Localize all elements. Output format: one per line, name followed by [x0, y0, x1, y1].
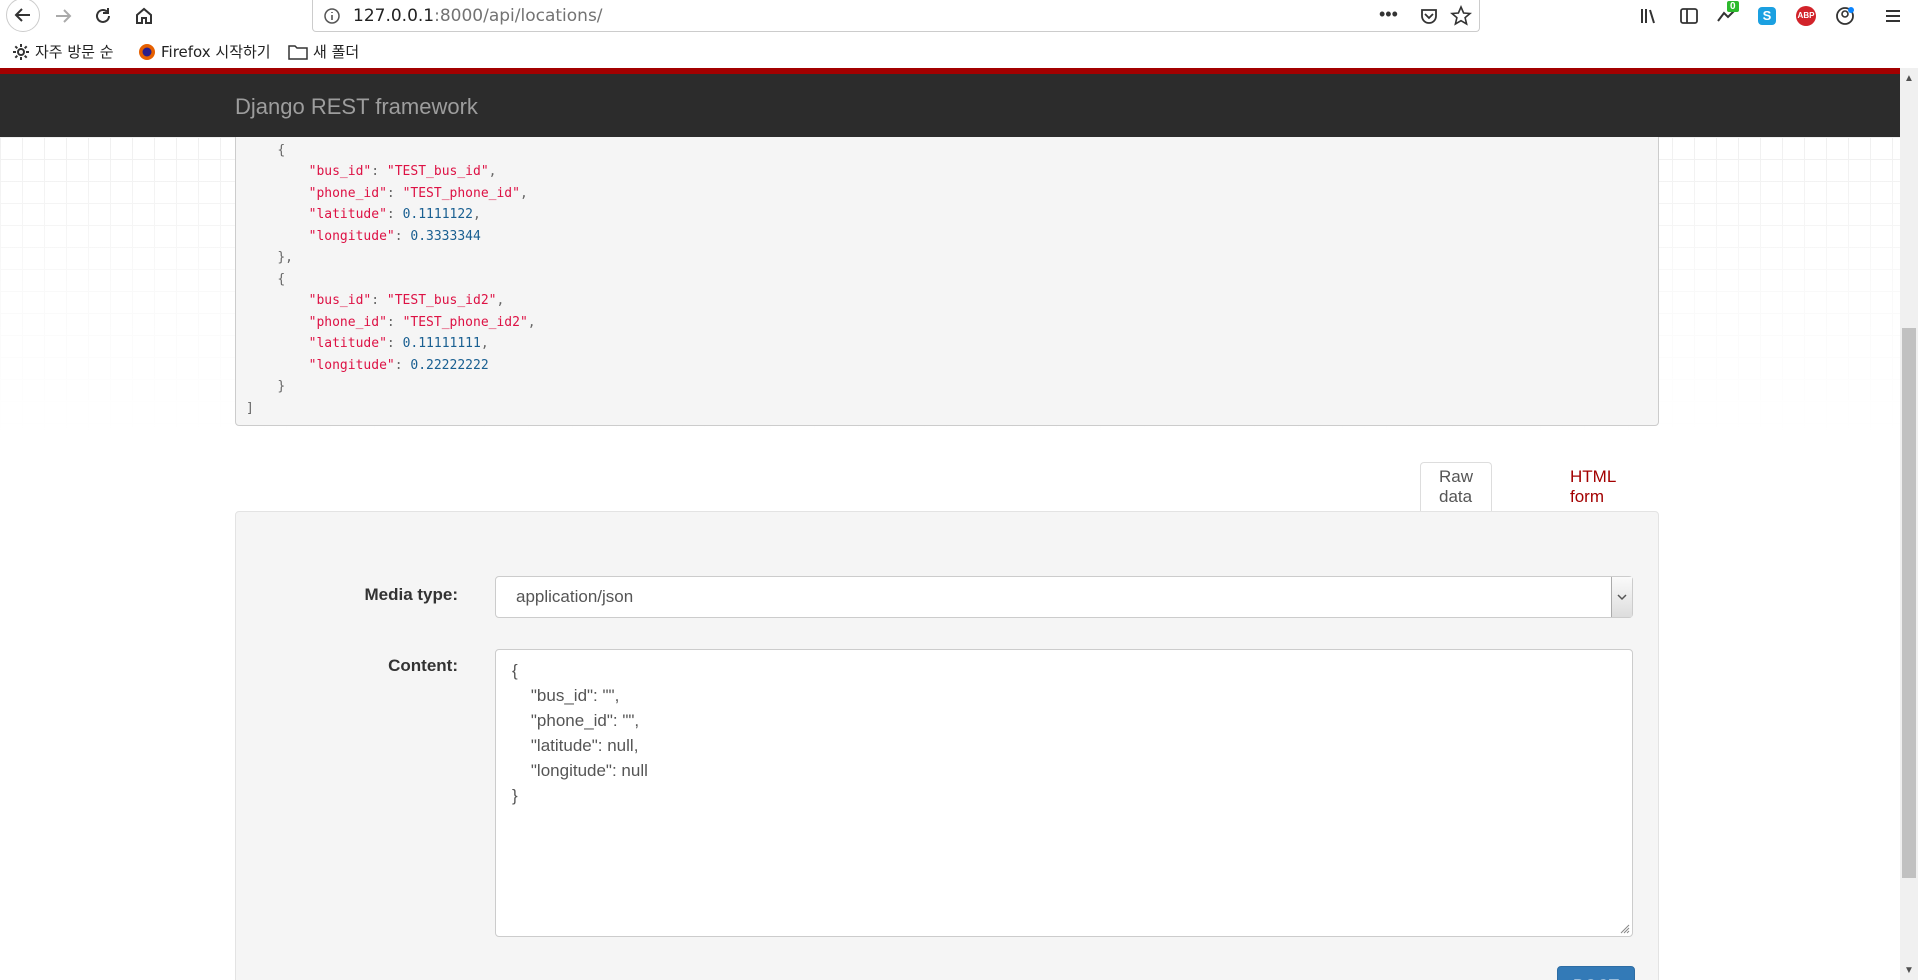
pocket-icon[interactable] — [1419, 6, 1439, 26]
chevron-down-icon[interactable] — [1611, 577, 1632, 617]
home-icon — [136, 7, 152, 24]
back-arrow-icon — [14, 8, 30, 22]
adblock-icon[interactable]: ABP — [1793, 4, 1819, 28]
navbar-brand[interactable]: Django REST framework — [235, 94, 478, 120]
home-button[interactable] — [129, 2, 159, 30]
extension-badge-count: 0 — [1727, 1, 1739, 12]
bookmark-label: 자주 방문 순 — [35, 43, 114, 61]
page-actions-icon[interactable]: ••• — [1379, 4, 1398, 25]
media-type-select[interactable]: application/json — [495, 576, 1633, 618]
menu-icon[interactable] — [1880, 4, 1906, 28]
raw-data-form: Media type: application/json Content: { … — [235, 511, 1659, 980]
scroll-down-icon[interactable]: ▼ — [1900, 962, 1918, 978]
content-label: Content: — [388, 656, 458, 675]
library-icon[interactable] — [1636, 4, 1662, 28]
bookmark-most-visited[interactable]: 자주 방문 순 — [12, 41, 114, 62]
media-type-label: Media type: — [364, 585, 458, 604]
reload-button[interactable] — [88, 2, 118, 30]
url-path: :8000/api/locations/ — [434, 6, 603, 26]
gear-icon — [13, 43, 29, 60]
reload-icon — [96, 8, 110, 23]
folder-icon — [288, 44, 308, 60]
scroll-up-icon[interactable]: ▲ — [1900, 70, 1918, 86]
resize-handle-icon[interactable] — [1620, 924, 1630, 934]
main-content: { "bus_id": "TEST_bus_id", "phone_id": "… — [0, 137, 1900, 980]
tab-html-form[interactable]: HTML form — [1552, 462, 1634, 512]
forward-button[interactable] — [48, 2, 78, 30]
bookmark-star-icon[interactable] — [1450, 5, 1472, 27]
url-text[interactable]: 127.0.0.1:8000/api/locations/ — [353, 6, 603, 26]
media-type-value: application/json — [516, 587, 634, 606]
bookmarks-toolbar: 자주 방문 순 Firefox 시작하기 새 폴더 — [0, 36, 1918, 66]
url-host: 127.0.0.1 — [353, 6, 435, 26]
content-textarea[interactable]: { "bus_id": "", "phone_id": "", "latitud… — [495, 649, 1633, 937]
bookmark-new-folder[interactable]: 새 폴더 — [288, 41, 359, 62]
forward-arrow-icon — [56, 9, 72, 23]
extension-badge-icon[interactable]: 0 — [1714, 1, 1740, 28]
address-bar[interactable]: 127.0.0.1:8000/api/locations/ ••• — [312, 0, 1480, 32]
info-icon[interactable] — [323, 7, 341, 25]
back-button[interactable] — [6, 0, 40, 32]
account-icon[interactable] — [1832, 4, 1858, 28]
firefox-icon — [139, 43, 155, 60]
response-json: { "bus_id": "TEST_bus_id", "phone_id": "… — [246, 142, 536, 416]
browser-toolbar: 127.0.0.1:8000/api/locations/ ••• 0 S AB… — [0, 0, 1918, 32]
adblock-label: ABP — [1796, 6, 1816, 26]
post-button[interactable]: POST — [1557, 966, 1635, 980]
sidebar-icon[interactable] — [1676, 4, 1702, 28]
tab-raw-data[interactable]: Raw data — [1420, 462, 1493, 512]
bookmark-label: 새 폴더 — [313, 43, 360, 61]
bookmark-label: Firefox 시작하기 — [161, 43, 271, 61]
response-body: { "bus_id": "TEST_bus_id", "phone_id": "… — [235, 137, 1659, 426]
skype-extension-icon[interactable]: S — [1754, 4, 1780, 28]
bookmark-firefox-start[interactable]: Firefox 시작하기 — [138, 41, 271, 62]
vertical-scrollbar[interactable]: ▲ ▼ — [1900, 68, 1918, 980]
scrollbar-thumb[interactable] — [1902, 328, 1916, 878]
navbar: Django REST framework — [0, 74, 1900, 137]
